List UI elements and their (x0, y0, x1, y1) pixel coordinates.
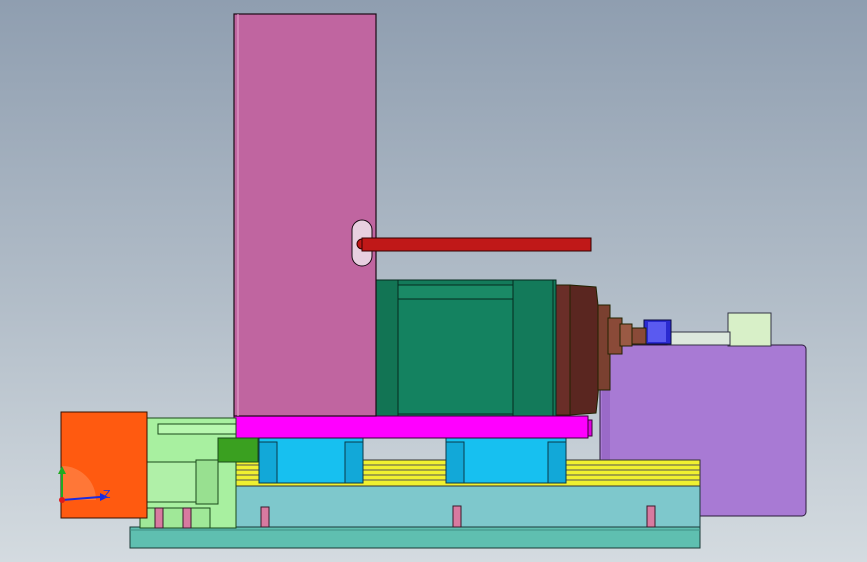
cad-viewport[interactable]: Z (0, 0, 867, 562)
right-shaft (667, 331, 731, 346)
z-axis-label: Z (103, 488, 111, 501)
slide-block-left (258, 436, 364, 484)
slide-block-right (445, 436, 567, 484)
mounting-plate (233, 415, 589, 439)
left-orange-block (60, 411, 148, 519)
guide-rod (361, 237, 592, 252)
assembly-drawing: Z (58, 13, 807, 549)
end-cylinder (727, 312, 772, 347)
vertical-panel (233, 13, 377, 417)
spindle-nose (569, 284, 601, 416)
